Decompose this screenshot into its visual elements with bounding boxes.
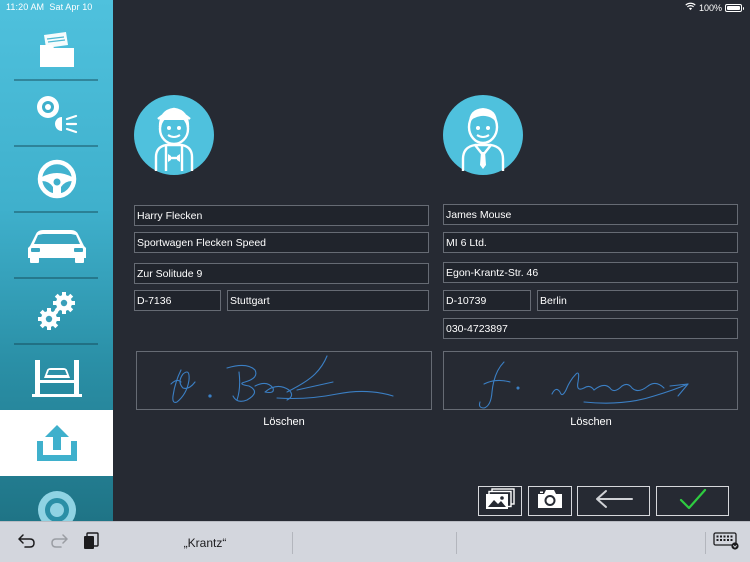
gallery-icon: [485, 487, 515, 515]
status-date: Sat Apr 10: [49, 2, 93, 12]
left-company-value: Sportwagen Flecken Speed: [137, 236, 266, 249]
status-time-date: 11:20 AM Sat Apr 10: [6, 2, 92, 12]
upload-icon: [35, 423, 79, 463]
gears-icon: [36, 290, 78, 332]
status-time: 11:20 AM: [6, 2, 45, 12]
sidebar-item-tire[interactable]: [0, 476, 113, 521]
mechanic-avatar-icon: [134, 95, 214, 175]
right-company-field[interactable]: MI 6 Ltd.: [443, 232, 738, 253]
redo-icon: [50, 533, 68, 554]
left-clear-button[interactable]: Löschen: [244, 416, 324, 428]
tire-icon: [37, 490, 77, 521]
battery-level: [727, 5, 740, 10]
camera-icon: [537, 489, 563, 514]
sidebar-item-settings[interactable]: [0, 278, 113, 344]
left-street-field[interactable]: Zur Solitude 9: [134, 263, 429, 284]
left-city-value: Stuttgart: [230, 294, 270, 307]
folder-icon: [38, 29, 76, 69]
left-name-field[interactable]: Harry Flecken: [134, 205, 429, 226]
keyboard-icon: [713, 531, 739, 555]
undo-icon: [18, 533, 36, 554]
left-zip-field[interactable]: D-7136: [134, 290, 221, 311]
left-name-value: Harry Flecken: [137, 209, 203, 222]
back-button[interactable]: [577, 486, 650, 516]
right-clear-button[interactable]: Löschen: [551, 416, 631, 428]
brake-light-icon: [34, 91, 80, 135]
back-arrow-icon: [594, 489, 634, 514]
keyboard-shortcut-bar: „Krantz“: [0, 521, 750, 562]
battery-icon: [725, 3, 744, 12]
right-city-value: Berlin: [540, 294, 567, 307]
right-phone-value: 030-4723897: [446, 322, 508, 335]
sidebar-item-brakes-lights[interactable]: [0, 80, 113, 146]
right-company-value: MI 6 Ltd.: [446, 236, 487, 249]
left-street-value: Zur Solitude 9: [137, 267, 203, 280]
right-name-field[interactable]: James Mouse: [443, 204, 738, 225]
gallery-button[interactable]: [478, 486, 522, 516]
left-signature-pad[interactable]: [136, 351, 432, 410]
steering-wheel-icon: [37, 159, 77, 199]
wifi-icon: [685, 2, 696, 13]
autocorrect-suggestion-empty[interactable]: [293, 522, 456, 562]
left-zip-value: D-7136: [137, 294, 172, 307]
camera-button[interactable]: [528, 486, 572, 516]
paste-button[interactable]: [80, 531, 102, 555]
car-icon: [26, 226, 88, 264]
status-indicators: 100%: [685, 2, 744, 13]
right-name-value: James Mouse: [446, 208, 512, 221]
right-phone-field[interactable]: 030-4723897: [443, 318, 738, 339]
left-signature-drawing: [170, 355, 394, 403]
car-lift-icon: [31, 356, 82, 398]
right-signature-drawing: [478, 361, 689, 409]
undo-button[interactable]: [16, 532, 38, 554]
sidebar-item-upload[interactable]: [0, 410, 113, 476]
sidebar: [0, 0, 113, 521]
sidebar-item-steering[interactable]: [0, 146, 113, 212]
left-company-field[interactable]: Sportwagen Flecken Speed: [134, 232, 429, 253]
right-zip-value: D-10739: [446, 294, 487, 307]
left-city-field[interactable]: Stuttgart: [227, 290, 429, 311]
hide-keyboard-button[interactable]: [712, 531, 740, 555]
right-zip-field[interactable]: D-10739: [443, 290, 531, 311]
right-signature-pad[interactable]: [443, 351, 738, 410]
sidebar-item-folder[interactable]: [0, 16, 113, 82]
autocorrect-suggestion-empty[interactable]: [457, 522, 705, 562]
redo-button[interactable]: [48, 532, 70, 554]
sidebar-item-car[interactable]: [0, 212, 113, 278]
signature-form: Harry Flecken Sportwagen Flecken Speed Z…: [113, 0, 750, 521]
right-street-field[interactable]: Egon-Krantz-Str. 46: [443, 262, 738, 283]
paste-icon: [83, 531, 99, 555]
confirm-button[interactable]: [656, 486, 729, 516]
autocorrect-suggestion[interactable]: „Krantz“: [118, 522, 292, 562]
battery-percent: 100%: [698, 2, 722, 13]
sidebar-item-lift[interactable]: [0, 344, 113, 410]
right-city-field[interactable]: Berlin: [537, 290, 738, 311]
right-street-value: Egon-Krantz-Str. 46: [446, 266, 539, 279]
confirm-check-icon: [678, 487, 708, 516]
suggestion-separator: [705, 532, 706, 554]
businessman-avatar-icon: [443, 95, 523, 175]
